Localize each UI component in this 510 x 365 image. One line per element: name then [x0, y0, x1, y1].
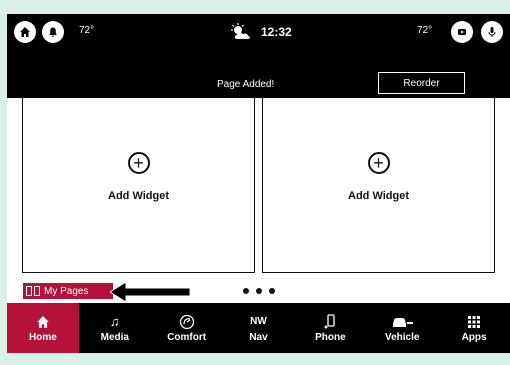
- notification-bar: Page Added! Reorder: [7, 70, 510, 98]
- clock-area: 12:32: [229, 20, 292, 44]
- nav-apps[interactable]: Apps: [438, 303, 510, 353]
- page-dot: [256, 288, 262, 294]
- compass-nw-icon: NW: [250, 316, 267, 327]
- widget-slot-right[interactable]: + Add Widget: [262, 98, 495, 273]
- widget-page: + Add Widget + Add Widget: [7, 98, 510, 303]
- microphone-icon: [488, 27, 496, 37]
- home-icon: [20, 27, 30, 37]
- my-pages-label: My Pages: [44, 285, 89, 297]
- add-widget-label: Add Widget: [348, 190, 409, 202]
- clock-time: 12:32: [261, 25, 292, 39]
- nav-media-label: Media: [100, 331, 129, 343]
- music-note-icon: ♫: [109, 314, 120, 329]
- status-bar: 72° 12:32 72°: [7, 14, 510, 52]
- partly-cloudy-icon: [231, 23, 250, 39]
- reorder-button[interactable]: Reorder: [378, 72, 465, 94]
- play-icon: [458, 29, 466, 35]
- infotainment-screen: 72° 12:32 72° Page Added! Reorder + Add …: [7, 14, 510, 353]
- comfort-icon: [179, 314, 195, 330]
- voice-command-button[interactable]: [481, 21, 503, 43]
- car-icon: [391, 314, 414, 330]
- my-pages-button[interactable]: My Pages: [22, 282, 114, 300]
- nav-vehicle-label: Vehicle: [384, 331, 420, 343]
- bell-icon: [49, 27, 57, 37]
- pages-icon: [26, 286, 40, 296]
- nav-phone-label: Phone: [315, 331, 346, 343]
- nav-comfort-label: Comfort: [167, 331, 207, 343]
- nav-home-label: Home: [29, 331, 57, 343]
- nav-comfort[interactable]: Comfort: [151, 303, 223, 353]
- media-source-button[interactable]: [451, 21, 473, 43]
- page-dot: [269, 288, 275, 294]
- notifications-button[interactable]: [42, 21, 64, 43]
- plus-icon: +: [127, 152, 150, 174]
- home-shortcut-button[interactable]: [14, 21, 36, 43]
- apps-grid-icon: [468, 314, 481, 330]
- passenger-temperature: 72°: [417, 25, 433, 36]
- bottom-nav: Home ♫ Media Comfort NW Nav Phone Vehicl…: [7, 303, 510, 353]
- page-indicator[interactable]: [243, 288, 275, 294]
- page-dot: [243, 288, 249, 294]
- nav-nav-label: Nav: [249, 331, 268, 343]
- nav-apps-label: Apps: [461, 331, 487, 343]
- add-widget-label: Add Widget: [108, 190, 169, 202]
- phone-icon: [323, 313, 337, 330]
- nav-phone[interactable]: Phone: [294, 303, 366, 353]
- driver-temperature: 72°: [79, 25, 95, 36]
- nav-home[interactable]: Home: [7, 303, 79, 353]
- nav-nav[interactable]: NW Nav: [223, 303, 295, 353]
- plus-icon: +: [367, 152, 390, 174]
- widget-slot-left[interactable]: + Add Widget: [22, 98, 255, 273]
- nav-vehicle[interactable]: Vehicle: [366, 303, 438, 353]
- home-icon: [36, 314, 50, 330]
- nav-media[interactable]: ♫ Media: [79, 303, 151, 353]
- page-added-message: Page Added!: [217, 79, 275, 90]
